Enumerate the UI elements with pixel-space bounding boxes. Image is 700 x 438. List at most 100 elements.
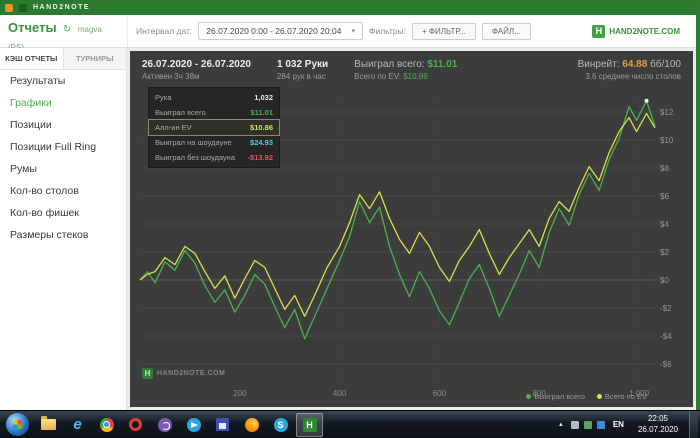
- sidebar-item-table-count[interactable]: Кол-во столов: [0, 180, 126, 202]
- window-title: HAND2NOTE: [33, 4, 91, 11]
- watermark-text: HAND2NOTE.COM: [157, 370, 226, 377]
- svg-text:600: 600: [433, 389, 447, 398]
- body: КЭШ ОТЧЕТЫ ТУРНИРЫ Результаты Графики По…: [0, 48, 696, 410]
- svg-text:$10: $10: [660, 136, 674, 145]
- ev-value: $10.86: [403, 72, 428, 81]
- svg-text:-$2: -$2: [660, 304, 672, 313]
- tab-tournaments[interactable]: ТУРНИРЫ: [62, 48, 126, 69]
- app-window: HAND2NOTE Отчеты ↻ magva (PS) Интервал д…: [0, 0, 696, 410]
- chrome-icon[interactable]: [93, 413, 120, 437]
- svg-text:$0: $0: [660, 276, 669, 285]
- hand2note-taskbar-icon[interactable]: H: [296, 412, 323, 437]
- active-time: Активен 3ч 38м: [142, 72, 200, 81]
- tray-expand-icon[interactable]: ▲: [556, 422, 566, 428]
- sidebar-item-chip-count[interactable]: Кол-во фишек: [0, 202, 126, 224]
- app-icon: [5, 3, 13, 12]
- hands-per-hour: 284 рук в час: [276, 72, 326, 81]
- interval-value: 26.07.2020 0:00 - 26.07.2020 20:04: [206, 26, 342, 36]
- clock[interactable]: 22:05 26.07.2020: [632, 414, 684, 435]
- avg-tables: 3.6 среднее число столов: [585, 72, 681, 81]
- sidebar-item-positions-full-ring[interactable]: Позиции Full Ring: [0, 136, 126, 158]
- refresh-icon[interactable]: ↻: [63, 24, 71, 35]
- chevron-down-icon: ▾: [351, 28, 355, 35]
- winrate-label: Винрейт:: [577, 59, 620, 70]
- winrate-unit: бб/100: [650, 59, 681, 70]
- tooltip-row: Выиграл всего $11.01: [155, 108, 273, 117]
- svg-text:$8: $8: [660, 164, 669, 173]
- taskbar: e S H ▲ EN 22:05 26.07.2020: [0, 410, 700, 438]
- won-value: $11.01: [427, 59, 458, 70]
- opera-icon[interactable]: [122, 413, 149, 437]
- tray-icon-2[interactable]: [583, 420, 592, 429]
- folder-icon[interactable]: [35, 413, 62, 437]
- chart-tooltip: Рука 1,032 Выиграл всего $11.01 Алл-ин EV $…: [148, 87, 280, 168]
- tray-icon-1[interactable]: [570, 420, 579, 429]
- stat-winnings: Выиграл всего: $11.01 Всего по EV: $10.8…: [354, 59, 457, 81]
- svg-text:$2: $2: [660, 248, 669, 257]
- date-range-value: 26.07.2020 - 26.07.2020: [142, 59, 251, 70]
- skype-icon[interactable]: S: [267, 413, 294, 437]
- titlebar: HAND2NOTE: [0, 0, 696, 15]
- file-button[interactable]: ФАЙЛ...: [481, 22, 531, 40]
- secondary-app-icon: [19, 3, 27, 12]
- svg-text:-$4: -$4: [660, 332, 672, 341]
- legend-item[interactable]: Выиграл всего: [526, 392, 585, 401]
- tooltip-row: Рука 1,032: [155, 93, 273, 102]
- system-tray: ▲ EN 22:05 26.07.2020: [556, 410, 698, 438]
- tab-cash-reports[interactable]: КЭШ ОТЧЕТЫ: [0, 48, 63, 69]
- sidebar-item-rooms[interactable]: Румы: [0, 158, 126, 180]
- stat-winrate: Винрейт: 64.88 бб/100 3.6 среднее число …: [578, 59, 681, 81]
- legend-item[interactable]: Всего по EV: [596, 392, 647, 401]
- winrate-value: 64.88: [622, 59, 648, 70]
- viber-icon[interactable]: [151, 413, 178, 437]
- language-indicator[interactable]: EN: [610, 420, 627, 429]
- sidebar: КЭШ ОТЧЕТЫ ТУРНИРЫ Результаты Графики По…: [0, 48, 127, 410]
- sidebar-item-positions[interactable]: Позиции: [0, 114, 126, 136]
- svg-text:$4: $4: [660, 220, 669, 229]
- header-left: Отчеты ↻ magva (PS): [0, 15, 127, 52]
- tooltip-row: Алл-ин EV $10.86: [148, 119, 280, 136]
- sidebar-item-graphs[interactable]: Графики: [0, 92, 126, 114]
- interval-select[interactable]: 26.07.2020 0:00 - 26.07.2020 20:04 ▾: [198, 22, 363, 40]
- clock-date: 26.07.2020: [637, 424, 678, 434]
- sidebar-item-results[interactable]: Результаты: [0, 70, 126, 92]
- clock-time: 22:05: [647, 414, 668, 424]
- won-label: Выиграл всего:: [354, 59, 425, 70]
- tray-icon-3[interactable]: [596, 420, 605, 429]
- stat-hands: 1 032 Руки 284 рук в час: [277, 59, 328, 81]
- chart-plot[interactable]: $12 $10 $8 $6 $4 $2 $0 -$2 -$4 -$6 200 400 600 800 1 0…: [134, 85, 689, 403]
- stat-date-range: 26.07.2020 - 26.07.2020 Активен 3ч 38м: [142, 59, 251, 81]
- svg-text:200: 200: [233, 389, 247, 398]
- brand-logo[interactable]: H HAND2NOTE.COM: [592, 24, 688, 38]
- svg-text:-$6: -$6: [660, 360, 672, 369]
- brand-text: HAND2NOTE.COM: [609, 26, 680, 36]
- legend-dot: [526, 394, 532, 399]
- save-app-icon[interactable]: [209, 413, 236, 437]
- tooltip-row: Выиграл без шоудауна -$13.92: [155, 153, 273, 162]
- svg-text:400: 400: [333, 389, 347, 398]
- start-button[interactable]: [6, 413, 29, 436]
- main-area: 26.07.2020 - 26.07.2020 Активен 3ч 38м 1…: [127, 48, 696, 410]
- ev-label: Всего по EV:: [354, 72, 401, 81]
- hand2note-watermark-icon: H: [142, 368, 153, 379]
- internet-explorer-icon[interactable]: e: [64, 413, 91, 437]
- page-title: Отчеты: [8, 20, 57, 35]
- interval-label: Интервал дат:: [136, 26, 193, 36]
- toolbar: Интервал дат: 26.07.2020 0:00 - 26.07.20…: [127, 15, 696, 47]
- header: Отчеты ↻ magva (PS) Интервал дат: 26.07.…: [0, 15, 696, 52]
- chart-legend: Выиграл всего Всего по EV: [526, 392, 647, 401]
- hand2note-logo-icon: H: [592, 24, 606, 38]
- add-filter-button[interactable]: + ФИЛЬТР...: [412, 22, 476, 40]
- svg-text:$12: $12: [660, 108, 674, 117]
- telegram-icon[interactable]: [180, 413, 207, 437]
- watermark: H HAND2NOTE.COM: [142, 368, 225, 379]
- sidebar-item-stack-sizes[interactable]: Размеры стеков: [0, 224, 126, 246]
- filters-label: Фильтры:: [368, 26, 407, 36]
- firefox-icon[interactable]: [238, 413, 265, 437]
- svg-text:$6: $6: [660, 192, 669, 201]
- sidebar-tabs: КЭШ ОТЧЕТЫ ТУРНИРЫ: [0, 48, 126, 70]
- show-desktop-button[interactable]: [689, 410, 698, 438]
- legend-dot: [596, 394, 602, 399]
- stats-header: 26.07.2020 - 26.07.2020 Активен 3ч 38м 1…: [130, 51, 693, 83]
- tooltip-row: Выиграл на шоудауне $24.93: [155, 138, 273, 147]
